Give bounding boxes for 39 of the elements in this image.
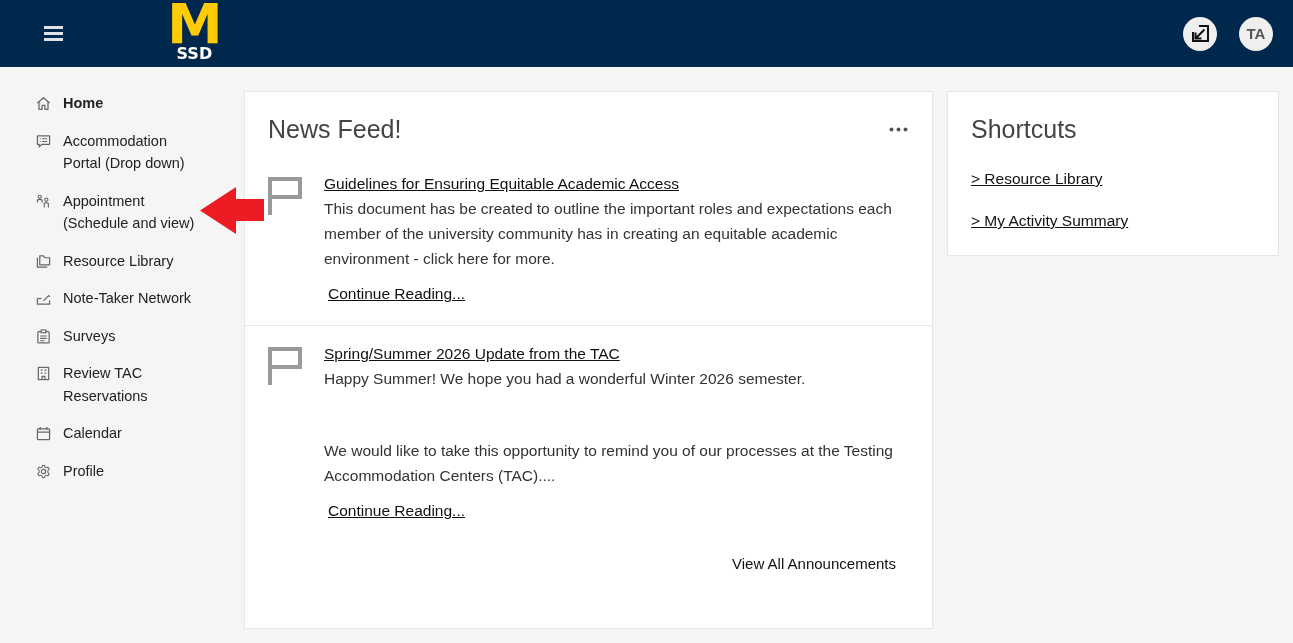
news-summary: This document has be created to outline the important roles and expectations each member of the university community has in creating an equitable academic environment - click here for more. bbox=[324, 199, 893, 269]
sidebar-item[interactable]: Calendar bbox=[36, 422, 200, 445]
sidebar-item[interactable]: Accommodation Portal (Drop down) bbox=[36, 129, 200, 175]
sidebar-item[interactable]: Appointment (Schedule and view) bbox=[36, 189, 200, 235]
sidebar-item[interactable]: Profile bbox=[36, 459, 200, 482]
logo-letter: M bbox=[167, 4, 222, 44]
clipboard-icon bbox=[36, 328, 51, 344]
view-all-link[interactable]: View All Announcements bbox=[732, 552, 896, 576]
news-title-link[interactable]: Spring/Summer 2026 Update from the TAC bbox=[324, 342, 620, 366]
continue-reading-link[interactable]: Continue Reading... bbox=[328, 499, 465, 523]
card-title: News Feed! bbox=[268, 114, 403, 145]
logo-subtitle: SSD bbox=[176, 45, 213, 62]
news-title-link[interactable]: Guidelines for Ensuring Equitable Academic Access bbox=[324, 172, 679, 196]
calendar-icon bbox=[36, 426, 51, 441]
user-avatar[interactable]: TA bbox=[1239, 16, 1273, 51]
news-summary: Happy Summer! We hope you had a wonderful Winter 2026 semester. bbox=[324, 369, 807, 389]
flag-icon bbox=[268, 177, 302, 215]
sidebar-item[interactable]: Resource Library bbox=[36, 249, 200, 272]
menu-icon[interactable] bbox=[44, 26, 63, 41]
people-icon bbox=[36, 193, 51, 209]
building-icon bbox=[36, 366, 51, 381]
pointer-arrow bbox=[200, 187, 264, 234]
continue-reading-link[interactable]: Continue Reading... bbox=[328, 282, 465, 306]
sidebar-item[interactable]: Home bbox=[36, 92, 200, 115]
sidebar-item[interactable]: Surveys bbox=[36, 324, 200, 347]
home-icon bbox=[36, 96, 51, 111]
gear-icon bbox=[36, 463, 51, 479]
news-summary: We would like to take this opportunity to remind you of our processes at the Testing Accommodation Centers (TAC).... bbox=[324, 441, 894, 486]
folder-icon bbox=[36, 253, 51, 269]
expand-button[interactable] bbox=[1183, 16, 1217, 51]
shortcut-link[interactable]: > My Activity Summary bbox=[971, 209, 1129, 233]
diagonal-arrow-icon bbox=[1190, 24, 1210, 43]
sidebar-item[interactable]: Note-Taker Network bbox=[36, 287, 200, 310]
message-icon bbox=[36, 133, 51, 149]
shortcut-link[interactable]: > Resource Library bbox=[971, 167, 1103, 191]
flag-icon bbox=[268, 347, 302, 385]
sidebar-item[interactable]: Review TAC Reservations bbox=[36, 362, 200, 407]
card-title: Shortcuts bbox=[971, 114, 1078, 145]
more-options-icon[interactable] bbox=[889, 126, 908, 132]
